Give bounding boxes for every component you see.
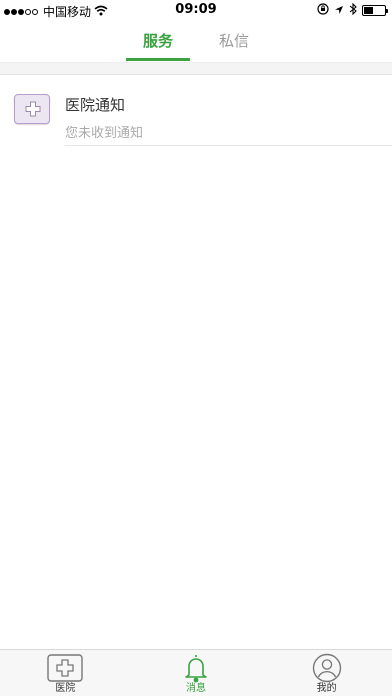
- bell-icon: [183, 653, 209, 683]
- tabbar-item-me[interactable]: 我的: [261, 650, 392, 696]
- bluetooth-icon: [349, 2, 357, 18]
- battery-icon: [362, 5, 388, 16]
- tab-services[interactable]: 服务: [120, 20, 196, 61]
- tabbar-label-me: 我的: [316, 683, 337, 694]
- tabbar-label-hospital: 医院: [55, 683, 76, 694]
- bottom-tab-bar: 医院 消息 我的: [0, 649, 392, 696]
- tabbar-label-messages: 消息: [186, 683, 206, 694]
- list-item-divider: [65, 145, 392, 146]
- hospital-cross-icon: [14, 94, 50, 124]
- list-item-title: 医院通知: [65, 96, 126, 114]
- top-tabs: 服务 私信: [0, 20, 392, 62]
- rotation-lock-icon: [317, 3, 329, 18]
- status-bar: 中国移动 09:09: [0, 0, 392, 20]
- section-separator: [0, 63, 392, 75]
- battery-fill: [364, 7, 373, 14]
- list-item-subtitle: 您未收到通知: [65, 126, 144, 141]
- user-icon: [312, 653, 342, 683]
- tabbar-item-hospital[interactable]: 医院: [0, 650, 131, 696]
- tabbar-item-messages[interactable]: 消息: [131, 650, 262, 696]
- screen: 中国移动 09:09 服务 私信 医院通知 您未收到通知 医院 消息 我的: [0, 0, 392, 696]
- status-right: [317, 2, 388, 18]
- list-item-hospital-notice[interactable]: 医院通知 您未收到通知: [0, 76, 392, 146]
- hospital-cross-icon: [47, 653, 84, 683]
- location-arrow-icon: [334, 4, 344, 18]
- tab-private-messages[interactable]: 私信: [196, 20, 272, 61]
